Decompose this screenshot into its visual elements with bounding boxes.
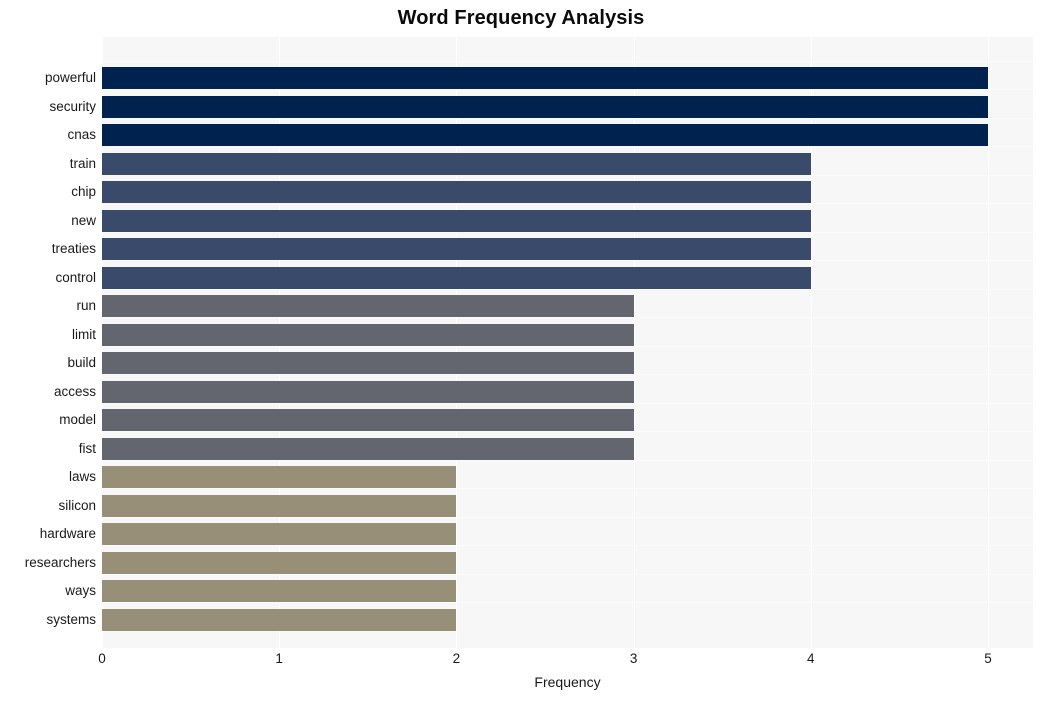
bar-train [102,152,811,175]
y-axis-label-laws: laws [68,469,96,484]
x-tick-3: 3 [629,651,638,666]
word-frequency-bar-chart: Word Frequency Analysis powerful security… [0,0,1042,701]
y-axis-label-systems: systems [46,611,96,627]
gridline-row [102,459,1033,461]
bar-build [102,352,634,375]
x-tick-5: 5 [984,651,992,666]
y-axis-label-model: model [59,412,96,427]
x-axis-tick-labels: 0 1 2 3 4 5 [0,650,1042,672]
y-axis-label-access: access [53,383,96,399]
y-axis-label-chip: chip [71,184,96,199]
y-axis-label-powerful: powerful [44,70,96,85]
bar-fist [102,437,634,460]
x-tick-1: 1 [275,651,283,666]
y-axis-label-control: control [55,269,96,285]
bar-model [102,409,634,432]
gridline-row [102,203,1033,204]
y-axis-label-hardware: hardware [39,526,96,541]
x-tick-4: 4 [807,651,815,666]
gridline-row [102,288,1033,290]
y-axis-label-train: train [69,155,96,171]
y-axis-label-silicon: silicon [58,497,96,513]
plot-area [102,37,1033,648]
gridline-row [102,174,1033,176]
x-tick-2: 2 [452,651,461,666]
bar-limit [102,323,634,346]
gridline-row [102,317,1033,318]
bar-researchers [102,551,457,574]
bar-access [102,380,634,403]
y-axis-category-labels: powerful security cnas train chip new treaties… [0,37,96,648]
y-axis-label-researchers: researchers [24,554,96,570]
gridline-row [102,402,1033,404]
chart-title: Word Frequency Analysis [397,7,645,29]
bar-laws [102,466,457,489]
bar-hardware [102,523,457,546]
gridline-row [102,146,1033,147]
bar-silicon [102,494,457,517]
bar-powerful [102,67,988,90]
bar-run [102,295,634,318]
bar-chip [102,181,811,204]
y-axis-label-new: new [71,212,96,228]
x-axis-title: Frequency [534,674,601,690]
gridline-row [102,231,1033,233]
gridline-row [102,545,1033,546]
gridline-row [102,488,1033,489]
gridline-row [102,345,1033,347]
bar-systems [102,608,457,631]
bar-ways [102,580,457,603]
y-axis-label-ways: ways [65,583,96,598]
gridline-x-5 [988,37,989,648]
y-axis-label-security: security [49,98,96,114]
gridline-row [102,573,1033,575]
y-axis-label-cnas: cnas [67,127,96,142]
y-axis-label-build: build [67,355,96,370]
y-axis-label-treaties: treaties [51,241,96,256]
bar-new [102,209,811,232]
bar-cnas [102,124,988,147]
bar-control [102,266,811,289]
y-axis-label-fist: fist [78,440,96,456]
gridline-row [102,374,1033,375]
gridline-row [102,431,1033,432]
gridline-row [102,260,1033,261]
gridline-row [102,117,1033,119]
gridline-row [102,602,1033,603]
bar-security [102,95,988,118]
gridline-row [102,89,1033,90]
x-tick-0: 0 [98,651,106,666]
y-axis-label-limit: limit [72,326,96,342]
bar-treaties [102,238,811,261]
gridline-row [102,60,1033,62]
gridline-row [102,516,1033,518]
y-axis-label-run: run [76,298,96,313]
